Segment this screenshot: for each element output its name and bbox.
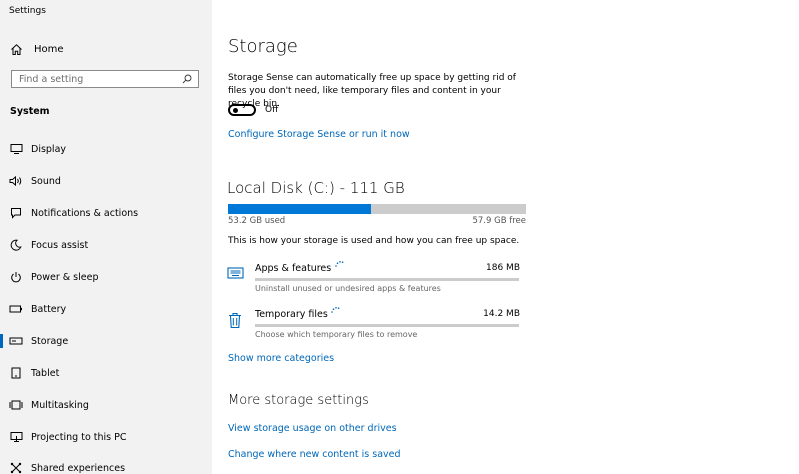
sidebar-item-label: Focus assist (31, 239, 89, 251)
sidebar-item-shared-experiences[interactable]: Shared experiences (0, 458, 212, 474)
sidebar-item-notifications[interactable]: Notifications & actions (0, 203, 212, 223)
category-size: 186 MB (486, 263, 520, 273)
disk-usage-bar (228, 204, 526, 214)
sidebar-item-focus-assist[interactable]: Focus assist (0, 235, 212, 255)
usage-info-text: This is how your storage is used and how… (228, 236, 520, 246)
sidebar: Settings Home System Display Sound Notif… (0, 0, 212, 474)
app-title: Settings (9, 6, 46, 16)
sidebar-item-label: Battery (31, 303, 67, 315)
sidebar-home[interactable]: Home (10, 41, 64, 57)
page-title: Storage (228, 36, 298, 57)
tablet-icon (9, 366, 23, 380)
sidebar-item-multitasking[interactable]: Multitasking (0, 395, 212, 415)
sidebar-item-tablet[interactable]: Tablet (0, 363, 212, 383)
moon-icon (9, 238, 23, 252)
sidebar-item-label: Projecting to this PC (31, 431, 127, 443)
sidebar-item-label: Shared experiences (31, 462, 126, 474)
toggle-state-label: Off (265, 105, 279, 115)
sidebar-item-display[interactable]: Display (0, 139, 212, 159)
disk-usage-fill (228, 204, 371, 214)
category-usage-bar (255, 324, 519, 327)
shared-experiences-icon (9, 461, 23, 474)
sidebar-item-label: Storage (31, 335, 69, 347)
disk-free-label: 57.9 GB free (472, 216, 526, 226)
home-label: Home (34, 43, 64, 55)
battery-icon (9, 302, 23, 316)
change-new-content-location-link[interactable]: Change where new content is saved (228, 449, 401, 460)
sidebar-item-label: Notifications & actions (31, 207, 139, 219)
sidebar-item-label: Power & sleep (31, 271, 99, 283)
projecting-icon (9, 430, 23, 444)
main-content: Storage Storage Sense can automatically … (212, 0, 799, 474)
category-usage-bar (255, 278, 519, 281)
disk-title: Local Disk (C:) - 111 GB (227, 179, 405, 197)
configure-storage-sense-link[interactable]: Configure Storage Sense or run it now (228, 129, 410, 140)
home-icon (10, 43, 23, 56)
sidebar-item-power-sleep[interactable]: Power & sleep (0, 267, 212, 287)
trash-icon (226, 311, 244, 329)
section-heading-system: System (10, 106, 50, 117)
category-temporary-files[interactable]: Temporary files 14.2 MB Choose which tem… (226, 307, 526, 342)
notifications-icon (9, 206, 23, 220)
loading-spinner-icon (334, 260, 345, 268)
sidebar-item-label: Tablet (31, 367, 60, 379)
view-storage-other-drives-link[interactable]: View storage usage on other drives (228, 423, 397, 434)
category-description: Uninstall unused or undesired apps & fea… (255, 284, 441, 293)
category-name: Temporary files (255, 309, 328, 320)
power-icon (9, 270, 23, 284)
category-size: 14.2 MB (483, 309, 520, 319)
search-box[interactable] (11, 70, 199, 88)
apps-features-icon (226, 264, 244, 282)
multitasking-icon (9, 398, 23, 412)
sidebar-item-label: Display (31, 143, 67, 155)
loading-spinner-icon (330, 306, 341, 314)
sidebar-item-battery[interactable]: Battery (0, 299, 212, 319)
sidebar-item-storage[interactable]: Storage (0, 331, 212, 351)
category-description: Choose which temporary files to remove (255, 330, 418, 339)
category-apps-features[interactable]: Apps & features 186 MB Uninstall unused … (226, 261, 526, 296)
display-icon (9, 142, 23, 156)
sidebar-item-label: Sound (31, 175, 61, 187)
sound-icon (9, 174, 23, 188)
sidebar-item-label: Multitasking (31, 399, 89, 411)
storage-icon (9, 334, 23, 348)
sidebar-item-projecting[interactable]: Projecting to this PC (0, 427, 212, 447)
storage-sense-toggle[interactable] (228, 104, 256, 116)
search-icon[interactable] (182, 74, 192, 84)
toggle-knob (233, 108, 238, 113)
search-input[interactable] (19, 73, 169, 85)
category-name: Apps & features (255, 263, 332, 274)
sidebar-item-sound[interactable]: Sound (0, 171, 212, 191)
disk-used-label: 53.2 GB used (228, 216, 286, 226)
show-more-categories-link[interactable]: Show more categories (228, 353, 334, 364)
more-storage-settings-heading: More storage settings (228, 393, 369, 408)
